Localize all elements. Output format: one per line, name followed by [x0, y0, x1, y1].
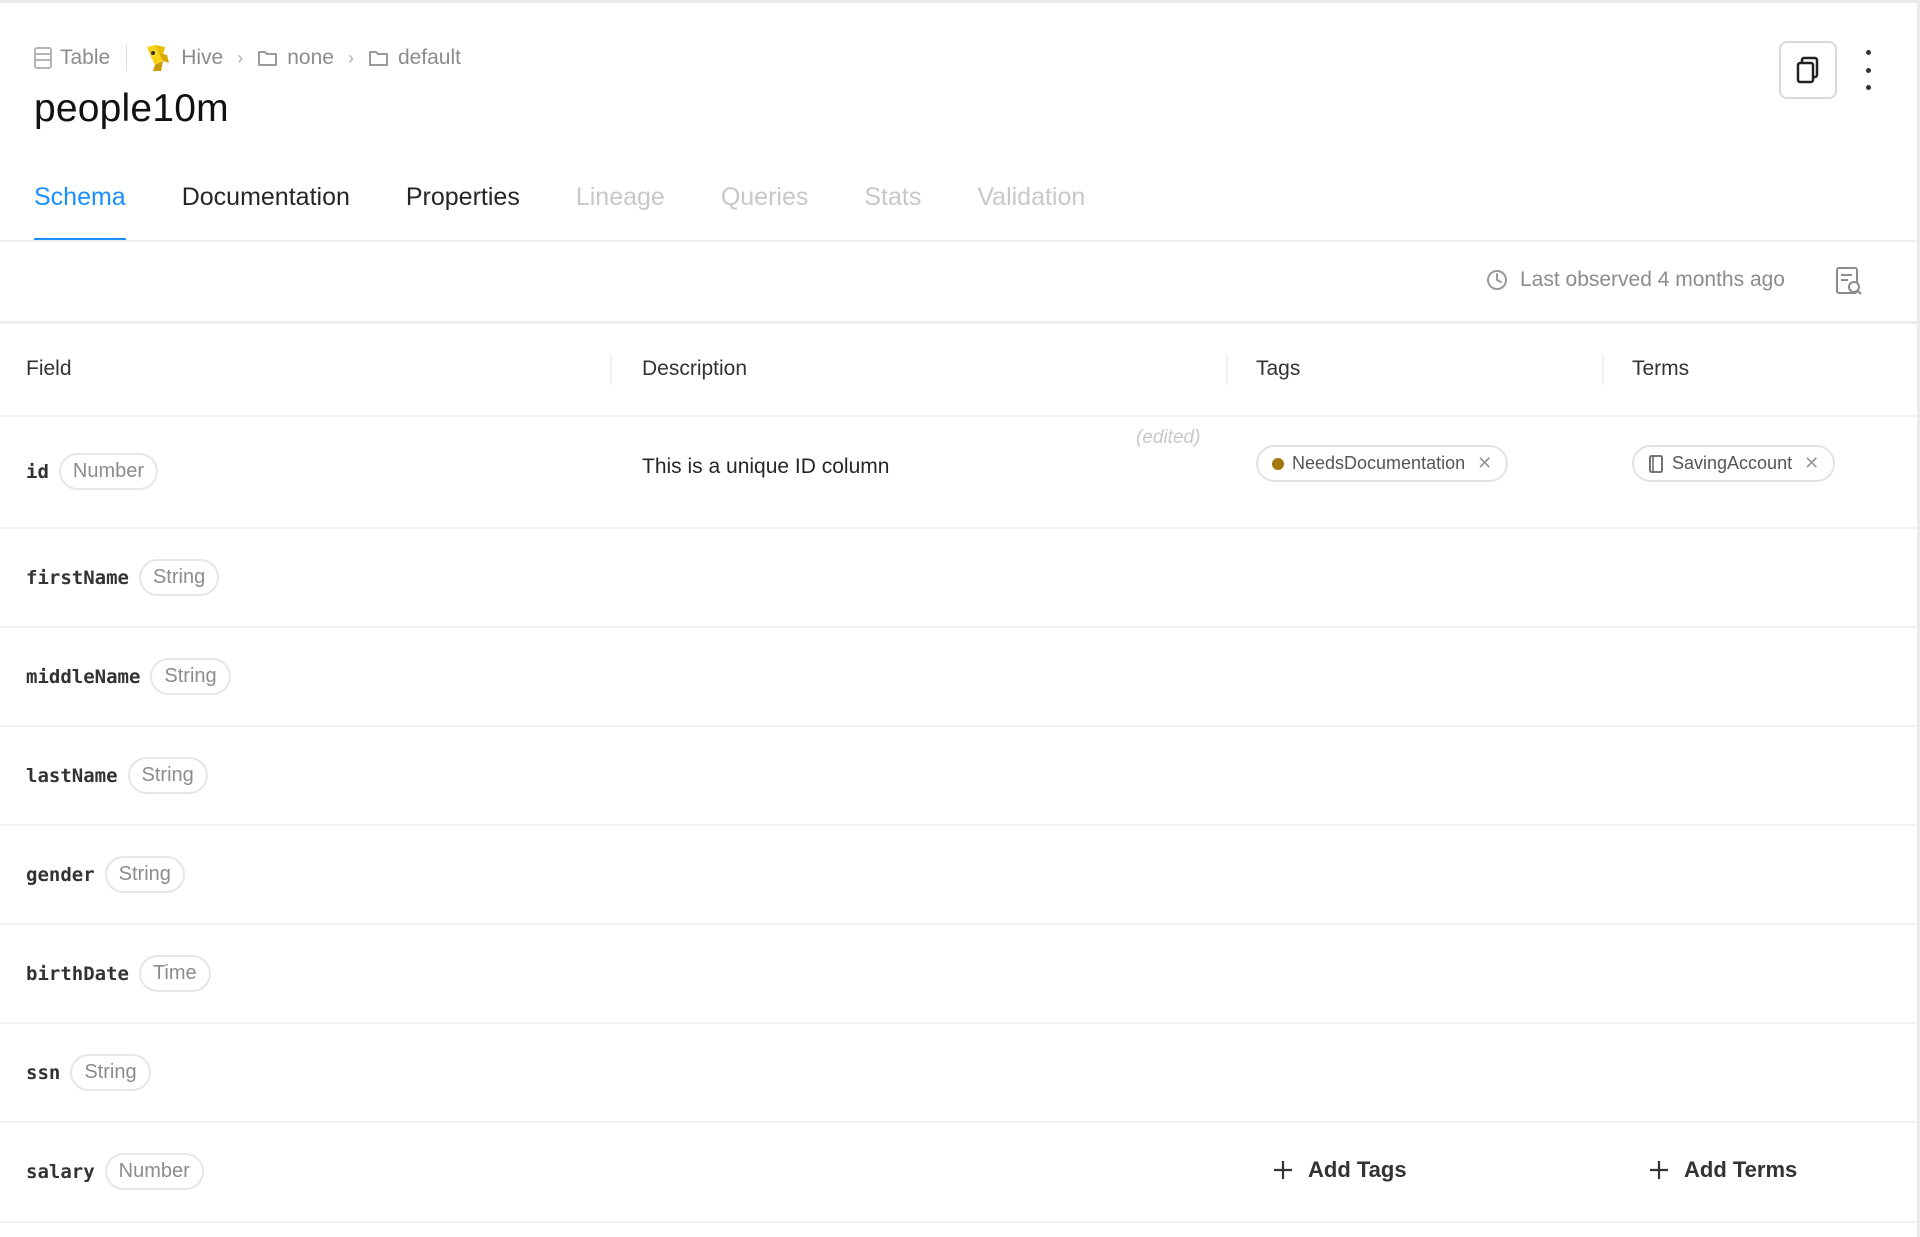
- book-icon: [1649, 454, 1663, 473]
- schema-toolbar: Last observed 4 months ago: [0, 242, 1917, 324]
- last-observed: Last observed 4 months ago: [1486, 268, 1785, 292]
- entity-header: Table Hive › none › default people10m: [34, 41, 1917, 161]
- schema-history-button[interactable]: [1835, 266, 1863, 301]
- platform-label: Hive: [181, 46, 224, 69]
- tab-lineage: Lineage: [575, 183, 665, 211]
- breadcrumb-folder-none[interactable]: none: [257, 46, 334, 70]
- term-label: SavingAccount: [1672, 453, 1793, 473]
- field-name: birthDate: [26, 962, 129, 985]
- close-icon[interactable]: ✕: [1804, 453, 1819, 474]
- entity-type-label: Table: [60, 46, 111, 69]
- tab-stats: Stats: [864, 183, 922, 211]
- dataset-page: Table Hive › none › default people10m Sc…: [0, 0, 1920, 1237]
- breadcrumb-folder-default[interactable]: default: [368, 46, 461, 70]
- close-icon[interactable]: ✕: [1477, 453, 1492, 474]
- page-title: people10m: [34, 87, 229, 130]
- field-name: firstName: [26, 566, 129, 589]
- breadcrumb-folder-label: default: [397, 46, 461, 69]
- field-type-badge: Number: [104, 1153, 204, 1190]
- entity-type: Table: [34, 46, 110, 70]
- breadcrumb-divider: [126, 45, 128, 71]
- kebab-menu-icon[interactable]: [1859, 50, 1877, 90]
- folder-icon: [368, 51, 388, 66]
- tab-properties[interactable]: Properties: [406, 171, 520, 241]
- entity-tabs: Schema Documentation Properties Lineage …: [34, 171, 1085, 241]
- field-description[interactable]: This is a unique ID column: [642, 455, 889, 479]
- table-icon: [34, 47, 52, 69]
- field-type-badge: Time: [138, 955, 211, 992]
- field-type-badge: String: [127, 757, 208, 794]
- table-row[interactable]: gender String: [0, 826, 1917, 925]
- field-name: gender: [26, 863, 95, 886]
- schema-table-header: Field Description Tags Terms: [0, 327, 1917, 417]
- breadcrumb-chevron-icon: ›: [347, 47, 354, 68]
- field-cell: middleName String: [26, 658, 231, 695]
- add-tags-button[interactable]: Add Tags: [1272, 1157, 1407, 1183]
- table-row[interactable]: birthDate Time: [0, 925, 1917, 1024]
- field-type-badge: String: [138, 559, 220, 596]
- field-name: salary: [26, 1160, 95, 1183]
- report-icon: [1836, 267, 1862, 295]
- tag-color-dot: [1272, 457, 1284, 470]
- column-divider: [1602, 355, 1604, 385]
- column-header-description: Description: [642, 357, 748, 380]
- column-divider: [610, 355, 612, 385]
- breadcrumb-platform[interactable]: Hive: [141, 43, 223, 73]
- field-cell: gender String: [26, 856, 185, 893]
- add-terms-label: Add Terms: [1684, 1157, 1798, 1182]
- field-cell: salary Number: [26, 1153, 204, 1190]
- copy-icon: [1796, 56, 1819, 84]
- table-row[interactable]: lastName String: [0, 727, 1917, 826]
- breadcrumb: Table Hive › none › default: [34, 41, 1917, 75]
- field-name: lastName: [26, 764, 118, 787]
- column-header-field: Field: [26, 357, 72, 380]
- hive-logo-icon: [147, 45, 170, 71]
- tab-queries: Queries: [720, 183, 809, 211]
- table-row[interactable]: ssn String: [0, 1024, 1917, 1123]
- header-actions: [1779, 41, 1877, 99]
- copy-urn-button[interactable]: [1779, 41, 1837, 99]
- edited-indicator: (edited): [1136, 427, 1201, 448]
- breadcrumb-folder-label: none: [287, 46, 334, 69]
- table-row[interactable]: middleName String: [0, 628, 1917, 727]
- tab-documentation[interactable]: Documentation: [182, 171, 350, 241]
- field-type-badge: String: [150, 658, 231, 695]
- field-cell: ssn String: [26, 1054, 151, 1091]
- add-terms-button[interactable]: Add Terms: [1648, 1157, 1797, 1183]
- table-row[interactable]: id Number (edited) This is a unique ID c…: [0, 417, 1917, 529]
- clock-icon: [1486, 270, 1507, 290]
- field-cell: firstName String: [26, 559, 220, 596]
- tag-pill[interactable]: NeedsDocumentation ✕: [1256, 445, 1509, 482]
- tab-validation: Validation: [977, 183, 1086, 211]
- field-cell: lastName String: [26, 757, 208, 794]
- column-divider: [1226, 355, 1228, 385]
- plus-icon: [1650, 1161, 1668, 1179]
- plus-icon: [1274, 1161, 1292, 1179]
- table-row[interactable]: firstName String: [0, 529, 1917, 628]
- folder-icon: [258, 51, 278, 66]
- table-row[interactable]: salary Number Add Tags Add Terms: [0, 1123, 1917, 1223]
- field-name: ssn: [26, 1061, 61, 1084]
- term-pill[interactable]: SavingAccount ✕: [1632, 445, 1836, 482]
- column-header-terms: Terms: [1632, 357, 1690, 380]
- tag-label: NeedsDocumentation: [1292, 453, 1466, 473]
- field-cell: id Number: [26, 453, 159, 490]
- field-cell: birthDate Time: [26, 955, 211, 992]
- last-observed-text: Last observed 4 months ago: [1519, 268, 1785, 291]
- field-name: middleName: [26, 665, 141, 688]
- breadcrumb-chevron-icon: ›: [237, 47, 244, 68]
- field-type-badge: String: [70, 1054, 151, 1091]
- add-tags-label: Add Tags: [1308, 1157, 1407, 1182]
- field-name: id: [26, 460, 49, 483]
- tab-schema[interactable]: Schema: [34, 171, 126, 241]
- field-type-badge: String: [104, 856, 185, 893]
- field-type-badge: Number: [58, 453, 159, 490]
- column-header-tags: Tags: [1256, 357, 1301, 380]
